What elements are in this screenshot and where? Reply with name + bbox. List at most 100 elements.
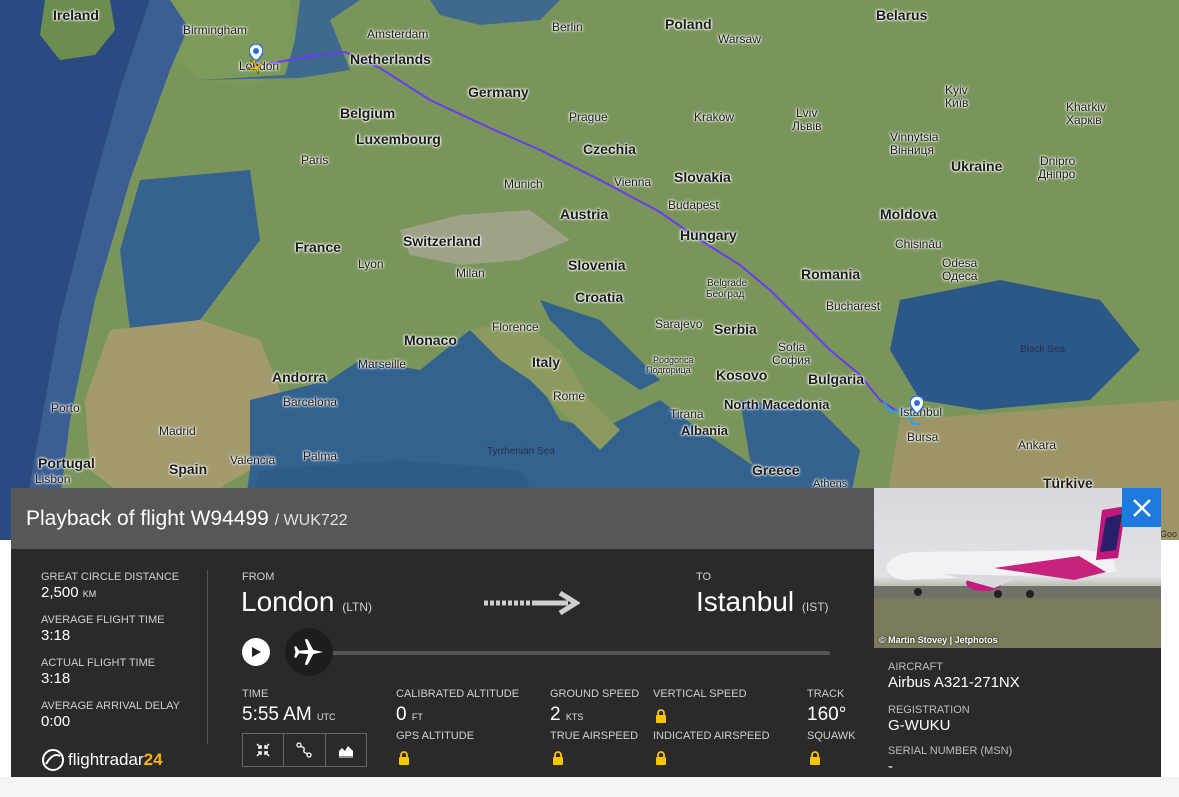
map-label: Ukraine xyxy=(951,158,1003,174)
map-label: Germany xyxy=(468,84,529,100)
map-label: София xyxy=(772,353,811,367)
map-label: Switzerland xyxy=(403,233,481,249)
calibrated-altitude-label: CALIBRATED ALTITUDE xyxy=(396,688,520,700)
map-label: Milan xyxy=(456,266,485,280)
map-label: Serbia xyxy=(714,321,757,337)
map-label: Odesa xyxy=(942,256,978,270)
map-label: Croatia xyxy=(575,289,624,305)
aircraft-panel: © Martin Stovey | Jetphotos AIRCRAFT Air… xyxy=(874,488,1161,777)
gps-altitude-label: GPS ALTITUDE xyxy=(396,730,475,742)
ground-speed-label: GROUND SPEED xyxy=(550,688,640,700)
route-button[interactable] xyxy=(284,734,326,766)
photo-credit[interactable]: © Martin Stovey | Jetphotos xyxy=(879,635,998,645)
map-label: Tyrrhenian Sea xyxy=(487,446,555,457)
close-button[interactable] xyxy=(1122,488,1161,527)
brand-name: flightradar xyxy=(68,750,144,769)
map-label: Львів xyxy=(792,119,822,133)
map-label: Barcelona xyxy=(283,395,338,409)
aircraft-photo[interactable]: © Martin Stovey | Jetphotos xyxy=(874,488,1161,648)
map-label: Podgorica xyxy=(653,355,694,365)
map-label: Rome xyxy=(553,389,586,403)
avg-flight-time-value: 3:18 xyxy=(41,627,71,644)
lock-icon[interactable] xyxy=(552,751,564,765)
distance-label: GREAT CIRCLE DISTANCE xyxy=(41,571,180,583)
track-value: 160° xyxy=(807,704,847,725)
map-label: Vinnytsia xyxy=(890,130,939,144)
map-label: Vienna xyxy=(614,175,652,189)
map-label: Austria xyxy=(560,206,609,222)
map-label: North Macedonia xyxy=(724,397,830,412)
map-label: Bucharest xyxy=(826,299,881,313)
map-label: Amsterdam xyxy=(367,27,429,41)
collapse-arrows-icon xyxy=(256,743,270,757)
map-label: Belgrade xyxy=(707,278,748,289)
route-arrow-icon xyxy=(484,590,581,620)
fr24-logo-icon xyxy=(42,749,64,771)
map-label: Porto xyxy=(51,401,80,415)
registration-label: REGISTRATION xyxy=(888,704,970,716)
playback-timeline[interactable] xyxy=(331,651,830,655)
squawk-label: SQUAWK xyxy=(807,730,856,742)
map-label: Moldova xyxy=(880,206,937,222)
lock-icon[interactable] xyxy=(809,751,821,765)
map-label: Tirana xyxy=(670,407,704,421)
map-label: Romania xyxy=(801,266,861,282)
play-button[interactable] xyxy=(242,638,270,666)
lock-icon[interactable] xyxy=(655,709,667,723)
map-label: Bulgaria xyxy=(808,371,865,387)
map-label: Munich xyxy=(504,177,543,191)
aircraft-type-label: AIRCRAFT xyxy=(888,661,943,673)
flight-panel: Playback of flight W94499 / WUK722 GREAT… xyxy=(11,488,874,777)
map-label: Netherlands xyxy=(350,51,431,67)
map-label: Lisbon xyxy=(35,472,71,486)
altitude-graph-button[interactable] xyxy=(326,734,366,766)
map-label: Marseille xyxy=(358,357,407,371)
map-label: Berlin xyxy=(552,20,583,34)
page-footer-strip xyxy=(0,777,1179,797)
map-label: Ireland xyxy=(53,7,99,23)
panel-divider xyxy=(207,570,208,744)
map-label: Italy xyxy=(532,354,561,370)
center-view-button[interactable] xyxy=(243,734,285,766)
map-label: Valencia xyxy=(230,453,276,467)
time-label: TIME xyxy=(242,688,269,700)
indicated-airspeed-label: INDICATED AIRSPEED xyxy=(653,730,770,742)
map-label: Belarus xyxy=(876,7,928,23)
route-icon xyxy=(296,742,313,758)
map-label: Greece xyxy=(752,462,800,478)
play-icon xyxy=(252,647,261,657)
map-label: Paris xyxy=(301,153,329,167)
map-label: Luxembourg xyxy=(356,131,441,147)
map-label: Belgium xyxy=(340,105,396,121)
actual-flight-time-label: ACTUAL FLIGHT TIME xyxy=(41,657,156,669)
map-label: Bursa xyxy=(907,430,939,444)
serial-number-label: SERIAL NUMBER (MSN) xyxy=(888,745,1013,757)
flightradar24-logo: flightradar 24 xyxy=(41,748,163,772)
lock-icon[interactable] xyxy=(655,751,667,765)
registration-value: G-WUKU xyxy=(888,717,951,734)
vertical-speed-label: VERTICAL SPEED xyxy=(653,688,747,700)
map-label: Palma xyxy=(303,449,338,463)
lock-icon[interactable] xyxy=(398,751,410,765)
map-label: Slovenia xyxy=(568,257,626,273)
map-label: Дніпро xyxy=(1038,167,1076,181)
origin-city: London (LTN) xyxy=(241,586,372,617)
avg-flight-time-label: AVERAGE FLIGHT TIME xyxy=(41,614,165,626)
map-label: Monaco xyxy=(404,332,457,348)
map-label: Madrid xyxy=(159,424,196,438)
arrival-delay-label: AVERAGE ARRIVAL DELAY xyxy=(41,700,180,712)
map-label: Spain xyxy=(169,461,208,477)
map-label: Poland xyxy=(665,16,712,32)
map-label: Prague xyxy=(569,110,608,124)
playback-scrubber[interactable] xyxy=(285,628,333,676)
track-label: TRACK xyxy=(807,688,845,700)
map[interactable]: Ireland Poland Belarus Netherlands Germa… xyxy=(0,0,1179,540)
map-label: Budapest xyxy=(668,198,719,212)
aircraft-photo-image xyxy=(874,506,1161,648)
map-label: Kraków xyxy=(694,110,735,124)
map-label: Sarajevo xyxy=(655,317,703,331)
chart-icon xyxy=(338,746,353,758)
map-label: Florence xyxy=(492,320,539,334)
map-label: Београд xyxy=(706,289,745,300)
map-label: Kyiv xyxy=(945,83,968,97)
